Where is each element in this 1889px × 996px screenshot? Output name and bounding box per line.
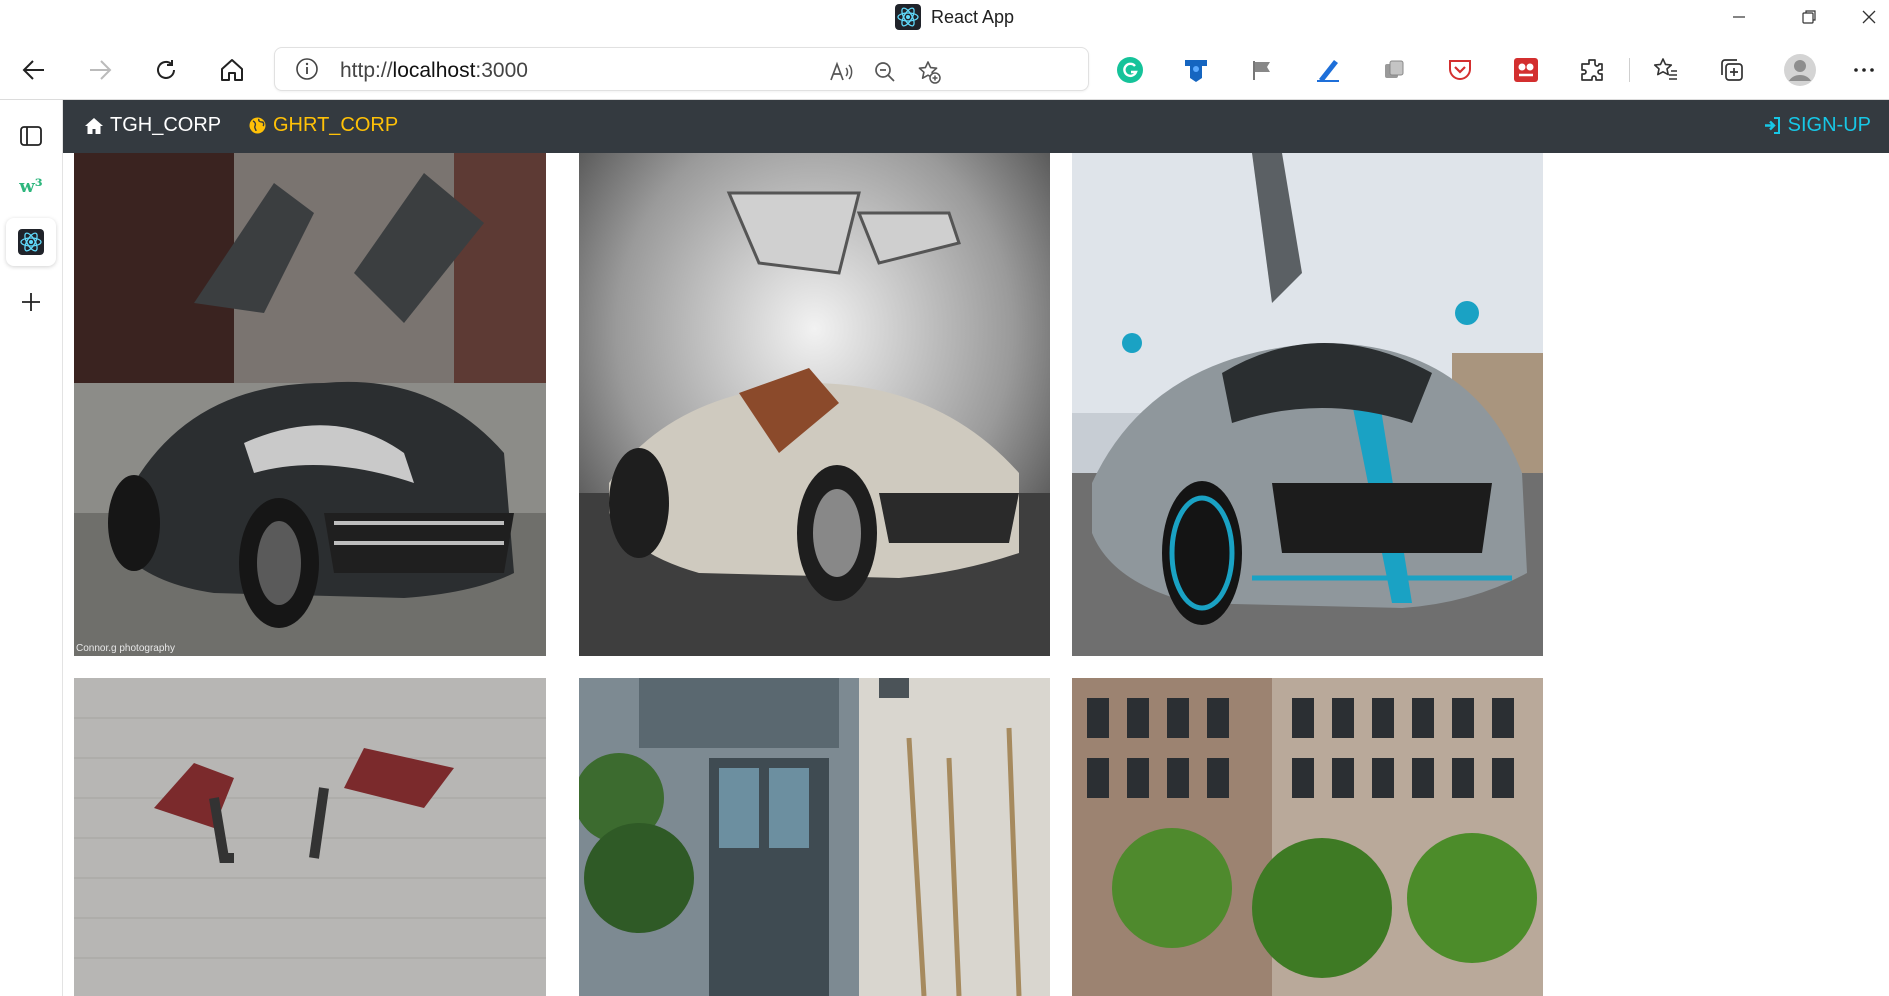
add-icon (22, 293, 40, 311)
nav-brand-label: TGH_CORP (110, 114, 222, 136)
site-info-icon[interactable] (295, 57, 319, 81)
gallery-card[interactable]: Connor.g photography (74, 153, 546, 656)
read-aloud-icon (830, 61, 853, 81)
url-text[interactable]: http://localhost:3000 (340, 59, 528, 83)
extension-shield-icon (1185, 60, 1207, 82)
tab-actions-button[interactable] (6, 112, 56, 160)
vertical-tabs-sidebar: w³ (0, 100, 63, 996)
url-host: localhost (392, 59, 476, 82)
pen-button[interactable] (1308, 50, 1348, 90)
address-bar[interactable]: http://localhost:3000 (274, 47, 1089, 91)
window-title-group: React App (895, 4, 1014, 30)
pocket-icon (1449, 60, 1471, 80)
url-port: :3000 (475, 59, 528, 82)
minimize-button[interactable] (1710, 0, 1768, 34)
forward-button[interactable] (80, 50, 120, 90)
new-tab-button[interactable] (6, 278, 56, 326)
grammarly-button[interactable] (1110, 50, 1150, 90)
globe-icon (249, 117, 266, 134)
sign-in-icon (1764, 117, 1780, 134)
gallery-card[interactable] (1072, 153, 1543, 656)
profile-icon (1784, 54, 1816, 86)
car-photo-6 (1072, 678, 1543, 996)
extensions-icon (1581, 59, 1603, 81)
extension-shield-button[interactable] (1176, 50, 1216, 90)
pen-icon (1317, 60, 1339, 82)
gallery-card[interactable] (1072, 678, 1543, 996)
nav-ghrt-label: GHRT_CORP (273, 114, 399, 136)
gallery-card[interactable] (579, 678, 1050, 996)
zoom-out-icon (875, 62, 895, 82)
refresh-icon (157, 60, 175, 79)
restore-icon (1802, 10, 1816, 24)
car-gallery: Connor.g photography (63, 153, 1889, 996)
add-favorite-button[interactable] (915, 58, 943, 86)
more-button[interactable] (1844, 50, 1884, 90)
car-photo-4 (74, 678, 546, 996)
restore-button[interactable] (1780, 0, 1838, 34)
nav-signup-label: SIGN-UP (1787, 114, 1871, 136)
gallery-card[interactable] (74, 678, 546, 996)
flag-button[interactable] (1242, 50, 1282, 90)
favorites-button[interactable] (1646, 50, 1686, 90)
nav-signup-link[interactable]: SIGN-UP (1764, 114, 1871, 137)
more-icon (1854, 68, 1874, 72)
back-button[interactable] (14, 50, 54, 90)
car-photo-5 (579, 678, 1050, 996)
minimize-icon (1733, 16, 1745, 18)
game-button[interactable] (1506, 50, 1546, 90)
nav-ghrt-link[interactable]: GHRT_CORP (249, 114, 398, 137)
tab-w3[interactable]: w³ (6, 162, 56, 210)
extensions-button[interactable] (1572, 50, 1612, 90)
car-photo-2 (579, 153, 1050, 656)
read-aloud-button[interactable] (827, 58, 855, 86)
home-icon (85, 118, 103, 134)
browser-toolbar: http://localhost:3000 (0, 38, 1889, 100)
add-favorite-icon (918, 61, 941, 84)
collections-icon (1721, 59, 1743, 81)
tab-react-app[interactable] (6, 218, 56, 266)
car-photo-3 (1072, 153, 1543, 656)
react-tab-icon (18, 229, 44, 255)
collections-button[interactable] (1712, 50, 1752, 90)
tabs-icon (20, 126, 42, 146)
close-button[interactable] (1848, 0, 1889, 34)
grammarly-icon (1117, 57, 1143, 83)
home-button[interactable] (212, 50, 252, 90)
forward-icon (90, 60, 112, 80)
url-scheme: http:// (340, 59, 393, 82)
photo-credit: Connor.g photography (76, 643, 175, 654)
refresh-button[interactable] (146, 50, 186, 90)
zoom-out-button[interactable] (871, 58, 899, 86)
copy-icon (1385, 60, 1404, 78)
navbar: TGH_CORP GHRT_CORP SIGN-UP (63, 100, 1889, 153)
app-viewport: TGH_CORP GHRT_CORP SIGN-UP Connor.g phot… (63, 100, 1889, 996)
game-icon (1514, 58, 1538, 82)
close-icon (1862, 10, 1875, 24)
profile-button[interactable] (1780, 50, 1820, 90)
window-title: React App (931, 6, 1015, 27)
car-photo-1: Connor.g photography (74, 153, 546, 656)
react-app-icon (895, 4, 921, 30)
nav-brand-link[interactable]: TGH_CORP (85, 114, 221, 137)
favorites-icon (1653, 58, 1677, 80)
flag-icon (1253, 61, 1270, 80)
w3-icon: w³ (19, 175, 43, 197)
gallery-card[interactable] (579, 153, 1050, 656)
back-icon (22, 60, 44, 80)
toolbar-divider (1629, 58, 1630, 82)
window-titlebar: React App (0, 0, 1889, 38)
copy-button[interactable] (1374, 50, 1414, 90)
pocket-button[interactable] (1440, 50, 1480, 90)
home-icon (221, 59, 243, 81)
